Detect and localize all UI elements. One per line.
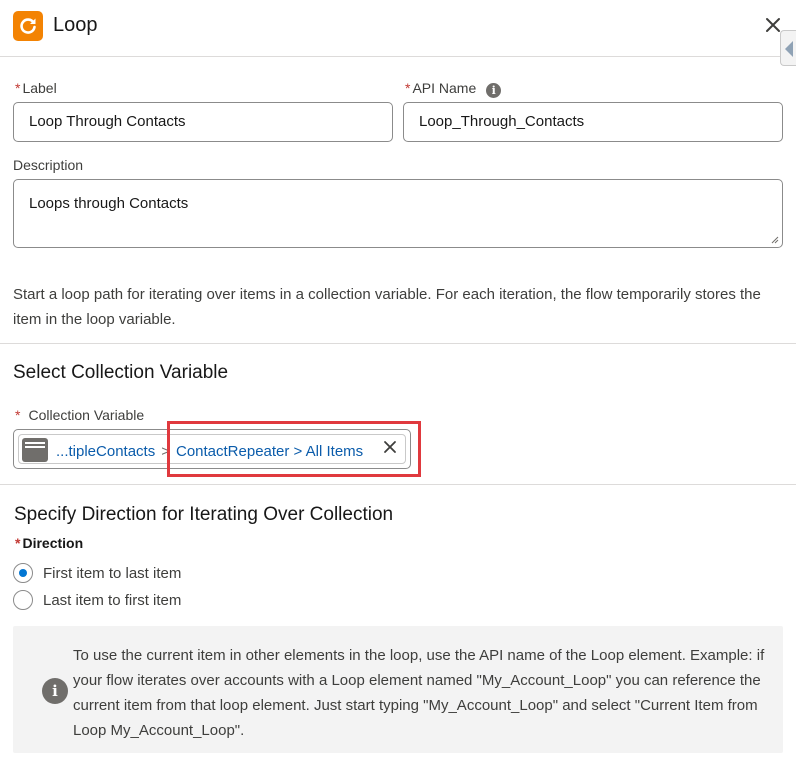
label-title: Label [22, 80, 57, 96]
section-divider [0, 343, 796, 344]
collection-field-label: * Collection Variable [15, 407, 144, 423]
api-name-input[interactable]: Loop_Through_Contacts [403, 102, 783, 142]
radio-last-to-first[interactable]: Last item to first item [13, 590, 181, 610]
radio-first-to-last[interactable]: First item to last item [13, 563, 181, 583]
radio-label: Last item to first item [43, 591, 182, 609]
label-input[interactable]: Loop Through Contacts [13, 102, 393, 142]
loop-icon [13, 11, 43, 41]
section-divider [0, 484, 796, 485]
resize-grip-icon[interactable] [771, 236, 779, 244]
required-mark: * [15, 535, 21, 551]
collection-field-title: Collection Variable [28, 407, 145, 423]
description-textarea[interactable]: Loops through Contacts [13, 179, 783, 248]
loop-help-text: Start a loop path for iterating over ite… [13, 286, 761, 328]
collapse-panel-tab[interactable] [780, 30, 796, 66]
direction-section-title: Specify Direction for Iterating Over Col… [14, 504, 394, 525]
description-field-label: Description [13, 157, 84, 173]
info-icon: i [42, 678, 68, 704]
highlight-box [167, 421, 421, 477]
pill-prefix: ...tipleContacts [56, 443, 156, 460]
description-value: Loops through Contacts [29, 195, 189, 212]
info-note: i To use the current item in other eleme… [13, 626, 783, 753]
direction-field-label: * Direction [15, 535, 83, 551]
required-mark: * [15, 407, 21, 423]
collection-resource-icon [22, 438, 48, 462]
radio-selected-icon[interactable] [13, 563, 33, 583]
panel-title: Loop [53, 14, 98, 36]
collection-section-title: Select Collection Variable [13, 362, 229, 383]
api-name-title: API Name [412, 80, 477, 96]
radio-unselected-icon[interactable] [13, 590, 33, 610]
chevron-left-icon [785, 41, 793, 57]
panel-header: Loop [0, 0, 796, 57]
direction-field-title: Direction [22, 535, 84, 551]
label-field-label: * Label [15, 80, 57, 96]
info-icon[interactable]: i [486, 83, 502, 98]
info-note-text: To use the current item in other element… [73, 647, 765, 739]
required-mark: * [15, 80, 21, 96]
radio-label: First item to last item [43, 564, 182, 582]
api-name-field-label: * API Name i [405, 80, 502, 98]
required-mark: * [405, 80, 411, 96]
